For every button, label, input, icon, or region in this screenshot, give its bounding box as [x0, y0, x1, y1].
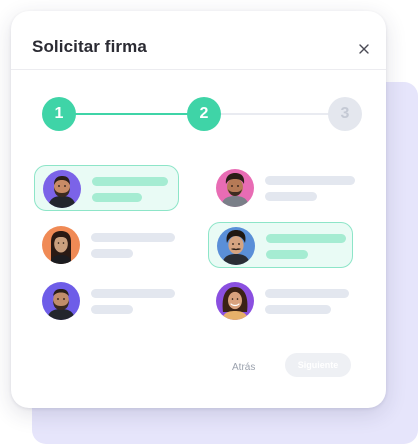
name-placeholder	[265, 289, 349, 298]
name-placeholder	[91, 289, 175, 298]
name-placeholder	[92, 177, 168, 186]
name-placeholder	[91, 233, 175, 242]
signer-card-5[interactable]	[34, 278, 179, 324]
modal-header: Solicitar firma	[11, 11, 386, 70]
signer-card-6[interactable]	[208, 278, 353, 324]
avatar-woman-long-hair-icon	[42, 226, 80, 264]
avatar-man-curly-hair-icon	[216, 169, 254, 207]
avatar-man-beard-icon	[43, 170, 81, 208]
step-connector-upcoming	[221, 113, 341, 115]
avatar-man-curly-hair-mustache-icon	[217, 227, 255, 265]
step-2[interactable]: 2	[187, 97, 221, 131]
signer-card-3[interactable]	[34, 222, 179, 268]
detail-placeholder	[91, 249, 133, 258]
stage: Solicitar firma 1 2 3 Atrás Siguiente	[0, 0, 418, 444]
step-1[interactable]: 1	[42, 97, 76, 131]
detail-placeholder	[265, 192, 317, 201]
name-placeholder	[266, 234, 346, 243]
close-icon	[359, 44, 369, 54]
step-3[interactable]: 3	[328, 97, 362, 131]
detail-placeholder	[266, 250, 308, 259]
signer-card-1[interactable]	[34, 165, 179, 211]
step-connector-completed	[75, 113, 201, 115]
detail-placeholder	[265, 305, 331, 314]
detail-placeholder	[92, 193, 142, 202]
close-button[interactable]	[354, 39, 374, 59]
signer-card-2[interactable]	[208, 165, 363, 211]
next-button[interactable]: Siguiente	[285, 353, 351, 377]
modal-title: Solicitar firma	[32, 37, 147, 56]
stepper: 1 2 3	[11, 97, 386, 131]
detail-placeholder	[91, 305, 133, 314]
name-placeholder	[265, 176, 355, 185]
avatar-man-short-hair-beard-icon	[42, 282, 80, 320]
back-button[interactable]: Atrás	[232, 362, 255, 373]
sign-request-modal: Solicitar firma 1 2 3 Atrás Siguiente	[11, 11, 386, 408]
signer-card-4[interactable]	[208, 222, 353, 268]
avatar-woman-curly-hair-icon	[216, 282, 254, 320]
